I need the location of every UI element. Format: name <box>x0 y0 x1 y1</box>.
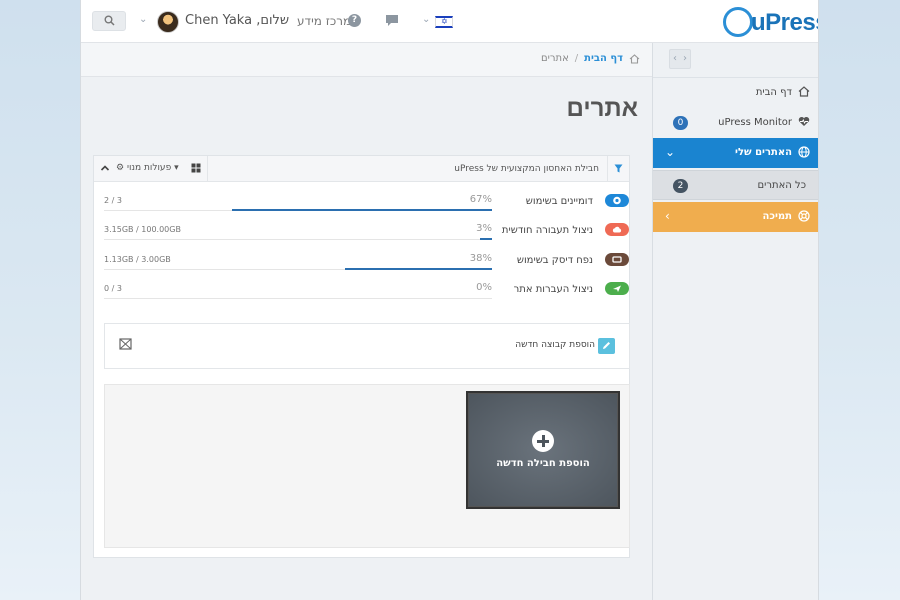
breadcrumb: דף הבית / אתרים <box>541 53 640 64</box>
add-group-bar[interactable]: הוספת קבוצה חדשה <box>104 323 630 369</box>
panel-header: ▾ פעולות מנוי ⚙ חבילת האחסון המקצועית של… <box>94 156 629 182</box>
image-placeholder-icon <box>119 338 132 350</box>
stat-label: ניצול תעבורה חודשית <box>501 225 593 236</box>
sidebar-item-all-sites[interactable]: כל האתרים 2 <box>653 170 818 200</box>
heart-pulse-icon <box>798 116 810 126</box>
user-avatar[interactable] <box>157 11 179 33</box>
cloud-upload-icon <box>612 226 622 233</box>
stat-percent: 67% <box>469 194 492 205</box>
stat-progress-track <box>104 209 492 211</box>
plus-circle-icon <box>532 430 554 452</box>
stat-percent: 3% <box>476 223 492 234</box>
filter-icon <box>614 164 623 173</box>
stat-progress-track <box>104 298 492 299</box>
stat-label: נפח דיסק בשימוש <box>516 255 593 266</box>
user-menu-chevron-icon[interactable]: ⌄ <box>139 14 147 25</box>
sidebar-item-label: uPress Monitor <box>718 117 792 128</box>
sidebar-toggle[interactable]: ‹ › <box>669 49 691 69</box>
collapse-chevron-icon[interactable] <box>100 163 110 173</box>
filter-button[interactable] <box>607 156 629 181</box>
stat-badge <box>605 253 629 266</box>
app-window: ⌄ שלום, Chen Yaka מרכז מידע ? ⌄ ✡ uPress… <box>80 0 819 600</box>
top-header: ⌄ שלום, Chen Yaka מרכז מידע ? ⌄ ✡ uPress <box>81 0 818 43</box>
stat-row-disk: 1.13GB / 3.00GB 38% נפח דיסק בשימוש <box>104 253 629 275</box>
stat-progress-track <box>104 238 492 240</box>
breadcrumb-home-link[interactable]: דף הבית <box>584 53 623 64</box>
globe-icon <box>613 196 621 205</box>
stat-progress-fill <box>480 238 492 240</box>
logo-mark <box>723 7 753 37</box>
stat-percent: 0% <box>476 282 492 293</box>
stat-row-traffic: 3.15GB / 100.00GB 3% ניצול תעבורה חודשית <box>104 223 629 245</box>
sidebar-item-my-sites[interactable]: האתרים שלי ⌄ <box>653 138 818 168</box>
stat-row-domains: 2 / 3 67% דומיינים בשימוש <box>104 194 629 216</box>
sites-count-badge: 2 <box>673 179 688 193</box>
packages-area: הוספת חבילה חדשה <box>104 384 630 548</box>
sidebar-item-label: האתרים שלי <box>735 147 792 158</box>
stat-progress-fill <box>232 209 492 211</box>
stat-value: 0 / 3 <box>104 284 122 293</box>
stat-label: דומיינים בשימוש <box>525 196 593 207</box>
grid-view-icon[interactable] <box>191 163 201 173</box>
stat-progress-track <box>104 268 492 270</box>
caret-down-icon: ▾ <box>174 163 179 173</box>
search-button[interactable] <box>92 11 126 31</box>
breadcrumb-current: אתרים <box>540 53 569 64</box>
chevron-right-icon[interactable]: › <box>683 53 687 64</box>
sidebar-item-home[interactable]: דף הבית <box>653 78 818 108</box>
pencil-icon <box>603 342 610 349</box>
gear-icon: ⚙ <box>116 163 125 173</box>
breadcrumb-separator: / <box>574 53 579 64</box>
page-title: אתרים <box>566 95 638 122</box>
chevron-left-icon[interactable]: ‹ <box>673 53 677 64</box>
stat-value: 2 / 3 <box>104 196 122 205</box>
help-icon[interactable]: ? <box>348 14 361 27</box>
actions-label: פעולות מנוי <box>126 163 172 173</box>
stat-percent: 38% <box>469 253 492 264</box>
panel-title: חבילת האחסון המקצועית של uPress <box>454 164 599 174</box>
stat-badge <box>605 282 629 295</box>
language-chevron-icon[interactable]: ⌄ <box>422 14 430 25</box>
airplane-icon <box>613 285 621 292</box>
stat-progress-fill <box>344 268 492 270</box>
stat-row-migrations: 0 / 3 0% ניצול העברות אתר <box>104 282 629 304</box>
stat-label: ניצול העברות אתר <box>513 284 593 295</box>
add-group-label[interactable]: הוספת קבוצה חדשה <box>515 340 595 350</box>
sidebar-item-monitor[interactable]: uPress Monitor 0 <box>653 108 818 138</box>
package-panel: ▾ פעולות מנוי ⚙ חבילת האחסון המקצועית של… <box>93 155 630 558</box>
sidebar: ‹ › דף הבית uPress Monitor 0 האתרים שלי … <box>652 43 818 600</box>
stat-badge <box>605 194 629 207</box>
lifebuoy-icon <box>798 210 810 222</box>
stat-value: 1.13GB / 3.00GB <box>104 255 171 264</box>
add-package-tile[interactable]: הוספת חבילה חדשה <box>466 391 620 509</box>
search-icon <box>104 15 115 26</box>
upress-logo[interactable]: uPress <box>721 5 818 39</box>
add-group-button[interactable] <box>598 338 615 354</box>
header-divider <box>207 156 208 181</box>
sidebar-item-label: כל האתרים <box>757 180 806 191</box>
stat-badge <box>605 223 629 236</box>
home-icon <box>629 53 640 64</box>
breadcrumb-bar: דף הבית / אתרים <box>81 43 652 77</box>
chat-icon[interactable] <box>385 14 399 27</box>
sidebar-item-support[interactable]: תמיכה ‹ <box>653 202 818 232</box>
subscription-actions-menu[interactable]: ▾ פעולות מנוי ⚙ <box>116 163 179 173</box>
stat-value: 3.15GB / 100.00GB <box>104 225 181 234</box>
chevron-left-icon: ‹ <box>665 209 670 223</box>
globe-icon <box>798 146 810 158</box>
home-icon <box>798 86 810 97</box>
monitor-count-badge: 0 <box>673 116 688 130</box>
hard-drive-icon <box>612 256 622 263</box>
chevron-down-icon: ⌄ <box>665 145 676 159</box>
logo-text: uPress <box>751 9 818 36</box>
sidebar-item-label: תמיכה <box>762 211 792 222</box>
add-package-label: הוספת חבילה חדשה <box>496 458 590 469</box>
sidebar-item-label: דף הבית <box>755 87 792 98</box>
israel-flag-icon[interactable]: ✡ <box>435 16 453 28</box>
help-center-link[interactable]: מרכז מידע <box>297 14 351 28</box>
